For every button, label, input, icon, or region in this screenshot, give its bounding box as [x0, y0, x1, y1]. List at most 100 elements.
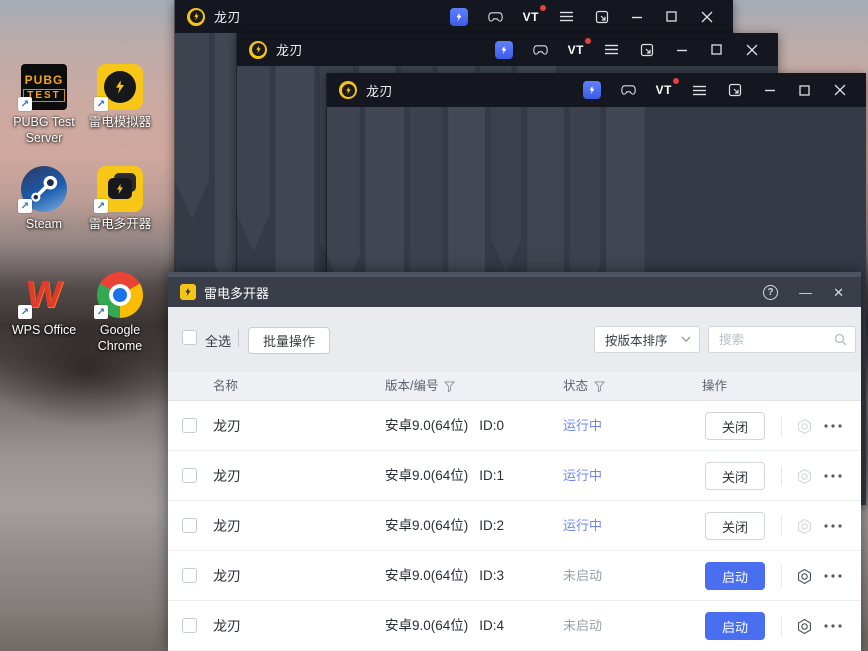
instance-version: 安卓9.0(64位) ID:1: [385, 451, 504, 501]
close-icon[interactable]: [699, 9, 714, 24]
column-header-name: 名称: [213, 379, 239, 393]
gamepad-icon[interactable]: [487, 9, 503, 24]
gamepad-icon[interactable]: [532, 42, 548, 57]
instance-status: 未启动: [563, 568, 603, 583]
row-checkbox[interactable]: [182, 568, 197, 583]
close-icon[interactable]: ✕: [833, 286, 844, 299]
start-instance-button[interactable]: 启动: [705, 612, 765, 640]
settings-gear-icon[interactable]: [796, 468, 813, 485]
instance-version: 安卓9.0(64位) ID:4: [385, 601, 504, 651]
popout-icon[interactable]: [639, 42, 654, 57]
manager-titlebar: 雷电多开器 ? — ✕: [168, 277, 861, 307]
more-options-icon[interactable]: [824, 524, 842, 528]
more-options-icon[interactable]: [824, 624, 842, 628]
filter-icon[interactable]: [444, 380, 456, 392]
instance-id: ID:3: [479, 568, 505, 583]
settings-gear-icon[interactable]: [796, 518, 813, 535]
column-header-action: 操作: [702, 379, 728, 393]
maximize-icon[interactable]: [797, 83, 812, 98]
help-icon[interactable]: ?: [763, 284, 779, 300]
column-header-version: 版本/编号: [385, 372, 456, 400]
instance-status: 运行中: [563, 418, 603, 433]
vt-indicator[interactable]: VT: [568, 37, 591, 59]
vt-alert-dot: [585, 37, 591, 44]
action-divider: [781, 416, 782, 436]
emulator-titlebar: 龙刃 VT: [237, 33, 778, 66]
boost-icon[interactable]: [449, 7, 468, 26]
instance-row: 龙刃 安卓9.0(64位) ID:2 运行中 关闭: [168, 501, 861, 551]
column-header-version-label: 版本/编号: [385, 379, 439, 393]
batch-operations-button[interactable]: 批量操作: [248, 327, 331, 354]
window-title: 龙刃: [366, 83, 394, 99]
instance-id: ID:0: [479, 418, 505, 433]
action-divider: [781, 566, 782, 586]
select-all-checkbox[interactable]: [182, 330, 197, 345]
wps-icon: W ↗: [18, 272, 67, 319]
vt-alert-dot: [540, 4, 546, 11]
instance-list: 龙刃 安卓9.0(64位) ID:0 运行中 关闭 龙刃 安卓9.0(64位) …: [168, 401, 861, 651]
close-icon[interactable]: [744, 42, 759, 57]
vt-indicator[interactable]: VT: [522, 4, 546, 26]
instance-row: 龙刃 安卓9.0(64位) ID:0 运行中 关闭: [168, 401, 861, 451]
menu-icon[interactable]: [692, 83, 707, 98]
chrome-icon: ↗: [94, 272, 143, 319]
boost-icon[interactable]: [494, 40, 513, 59]
close-icon[interactable]: [832, 83, 847, 98]
desktop-icon-pubg-test-server[interactable]: PUBG TEST ↗ PUBG Test Server: [4, 64, 84, 147]
minimize-icon[interactable]: —: [799, 286, 812, 299]
vt-alert-dot: [673, 78, 679, 84]
start-instance-button[interactable]: 启动: [705, 562, 765, 590]
maximize-icon[interactable]: [664, 9, 679, 24]
row-checkbox[interactable]: [182, 518, 197, 533]
minimize-icon[interactable]: [674, 42, 689, 57]
more-options-icon[interactable]: [824, 424, 842, 428]
settings-gear-icon[interactable]: [796, 568, 813, 585]
ldplayer-logo-icon: [187, 7, 205, 26]
maximize-icon[interactable]: [709, 42, 724, 57]
popout-icon[interactable]: [594, 9, 609, 24]
vt-indicator[interactable]: VT: [656, 78, 679, 99]
pubg-badge-top: PUBG: [24, 72, 64, 87]
minimize-icon[interactable]: [762, 83, 777, 98]
ldplayer-logo-icon: [339, 81, 357, 99]
instance-status: 未启动: [563, 618, 603, 633]
menu-icon[interactable]: [604, 42, 619, 57]
sort-dropdown-value: 按版本排序: [605, 334, 668, 348]
settings-gear-icon[interactable]: [796, 618, 813, 635]
ld-multiplayer-icon: ↗: [94, 166, 143, 213]
menu-icon[interactable]: [559, 9, 574, 24]
gamepad-icon[interactable]: [620, 83, 636, 98]
stop-instance-button[interactable]: 关闭: [705, 512, 765, 540]
toolbar-divider: [238, 329, 239, 347]
desktop-icon-wps-office[interactable]: W ↗ WPS Office: [4, 272, 84, 338]
row-checkbox[interactable]: [182, 468, 197, 483]
row-checkbox[interactable]: [182, 418, 197, 433]
stop-instance-button[interactable]: 关闭: [705, 462, 765, 490]
more-options-icon[interactable]: [824, 474, 842, 478]
boost-icon[interactable]: [582, 81, 601, 99]
desktop-icon-ldplayer-emulator[interactable]: ↗ 雷电模拟器: [80, 64, 160, 130]
action-divider: [781, 516, 782, 536]
instance-version: 安卓9.0(64位) ID:3: [385, 551, 504, 601]
window-title: 龙刃: [276, 43, 304, 58]
desktop-icon-google-chrome[interactable]: ↗ Google Chrome: [80, 272, 160, 355]
popout-icon[interactable]: [727, 83, 742, 98]
more-options-icon[interactable]: [824, 574, 842, 578]
search-input[interactable]: [719, 332, 834, 347]
shortcut-arrow-icon: ↗: [94, 97, 108, 111]
android-version: 安卓9.0(64位): [385, 468, 469, 483]
filter-icon[interactable]: [594, 380, 606, 392]
instance-version: 安卓9.0(64位) ID:2: [385, 501, 504, 551]
column-header-status-label: 状态: [563, 379, 589, 393]
desktop-icon-label: 雷电多开器: [88, 217, 152, 231]
stop-instance-button[interactable]: 关闭: [705, 412, 765, 440]
emulator-titlebar: 龙刃 VT: [175, 0, 733, 33]
minimize-icon[interactable]: [629, 9, 644, 24]
desktop-icon-steam[interactable]: ↗ Steam: [4, 166, 84, 232]
vt-label: VT: [522, 9, 539, 24]
instance-name: 龙刃: [213, 518, 241, 534]
sort-dropdown[interactable]: 按版本排序: [594, 326, 700, 353]
desktop-icon-ld-multiplayer[interactable]: ↗ 雷电多开器: [80, 166, 160, 232]
row-checkbox[interactable]: [182, 618, 197, 633]
settings-gear-icon[interactable]: [796, 418, 813, 435]
